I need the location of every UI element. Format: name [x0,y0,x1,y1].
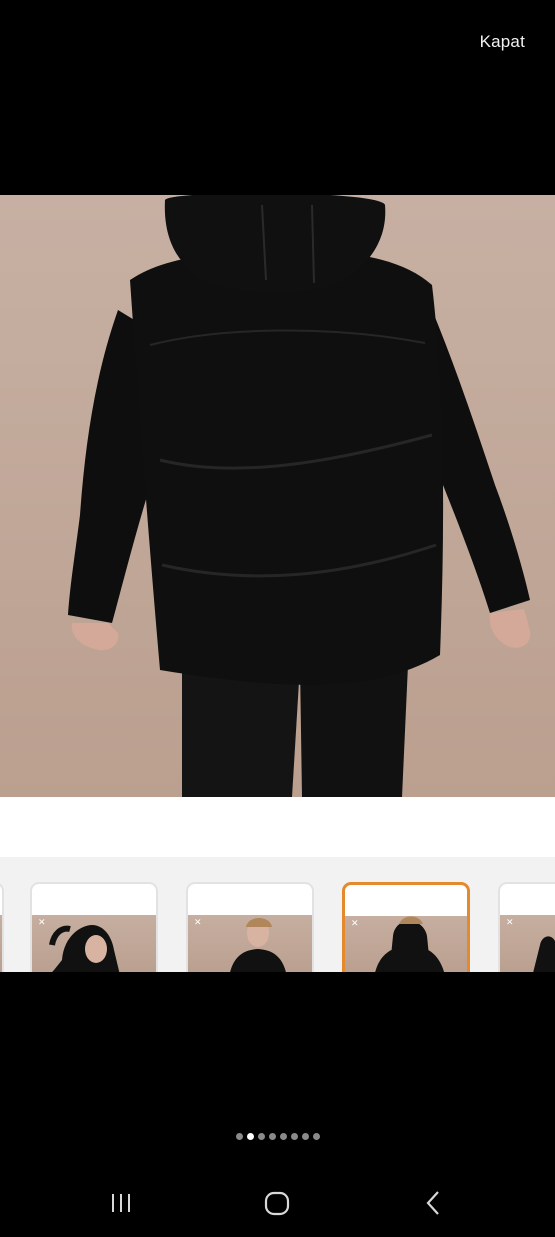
jacket-back-image [68,195,531,797]
page-dot-4[interactable] [268,1133,276,1140]
page-dot-8[interactable] [312,1133,320,1140]
page-dot-6[interactable] [290,1133,298,1140]
home-icon [264,1191,290,1216]
close-icon: ✕ [506,917,514,927]
back-icon [426,1191,439,1215]
model-back-image [375,916,444,972]
back-button[interactable] [413,1188,453,1218]
page-dot-7[interactable] [301,1133,309,1140]
product-photo[interactable] [0,195,555,797]
page-dot-1[interactable] [235,1133,243,1140]
model-front-image [230,918,286,972]
thumbnail-strip[interactable]: ✕ ✕ ✕ ✕ [0,857,555,972]
close-icon: ✕ [38,917,46,927]
thumbnail-5[interactable]: ✕ [498,882,555,972]
recents-button[interactable] [101,1188,141,1218]
page-dot-2[interactable] [246,1133,254,1140]
thumbnail-3[interactable]: ✕ [186,882,314,972]
close-button[interactable]: Kapat [480,32,525,52]
thumbnail-4[interactable]: ✕ [342,882,470,972]
close-icon: ✕ [194,917,202,927]
model-hooded-image [49,925,120,972]
page-dot-3[interactable] [257,1133,265,1140]
system-navigation-bar [0,1170,555,1237]
recents-icon [112,1194,130,1212]
page-dot-5[interactable] [279,1133,287,1140]
image-separator [0,797,555,857]
home-button[interactable] [257,1188,297,1218]
thumbnail-2[interactable]: ✕ [30,882,158,972]
thumbnail-1[interactable] [0,882,4,972]
close-icon: ✕ [351,918,359,928]
page-indicator [0,1133,555,1140]
